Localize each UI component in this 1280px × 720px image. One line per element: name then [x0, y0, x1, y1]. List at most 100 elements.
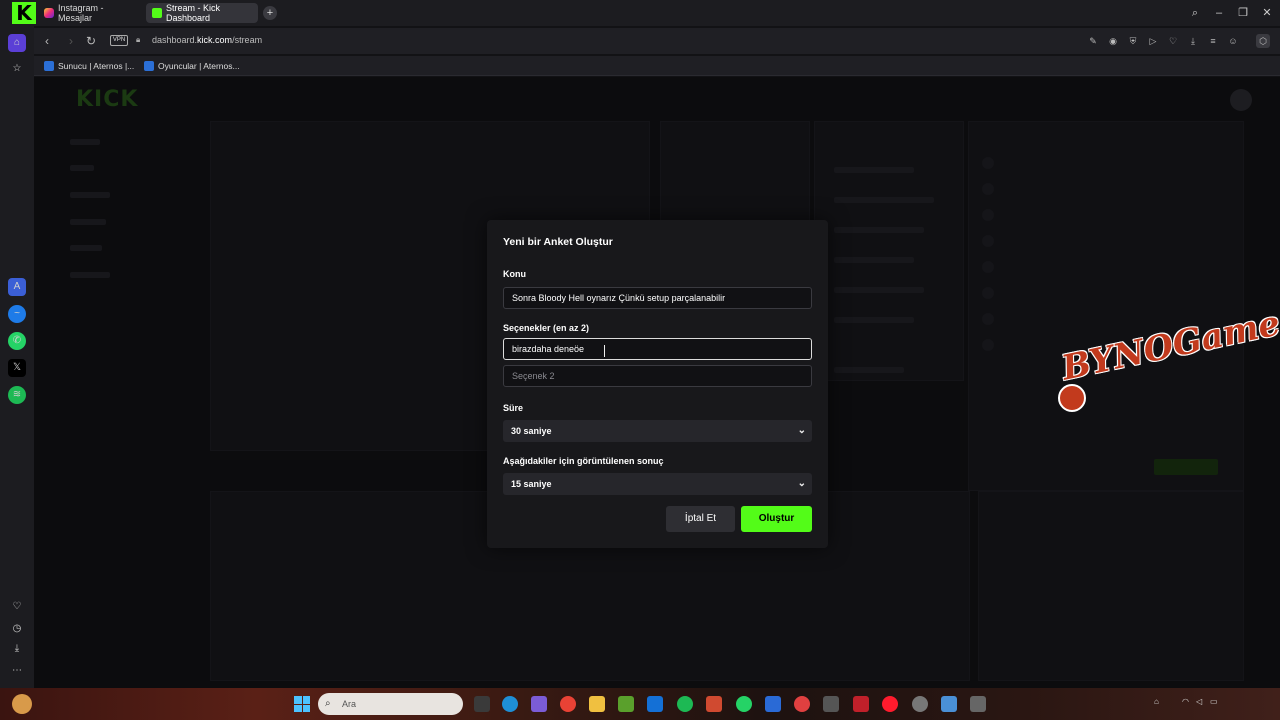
app-icon[interactable] — [706, 696, 722, 712]
new-tab-button[interactable]: + — [263, 6, 277, 20]
maximize-icon[interactable]: ❐ — [1232, 4, 1254, 22]
edit-icon[interactable]: ✎ — [1086, 34, 1100, 48]
chat-avatar — [982, 209, 994, 221]
heart-icon[interactable]: ♡ — [8, 598, 26, 616]
bookmark-label: Oyuncular | Aternos... — [158, 61, 240, 71]
app-icon[interactable] — [970, 696, 986, 712]
star-icon[interactable]: ☆ — [8, 60, 26, 78]
edge-icon[interactable] — [502, 696, 518, 712]
app-icon[interactable] — [765, 696, 781, 712]
chevron-down-icon: ⌄ — [797, 478, 806, 489]
cancel-button[interactable]: İptal Et — [666, 506, 735, 532]
messenger-icon[interactable]: ~ — [8, 305, 26, 323]
app-icon[interactable] — [823, 696, 839, 712]
chevron-down-icon: ⌄ — [797, 425, 806, 436]
menu-icon[interactable]: ≡ — [1206, 34, 1220, 48]
bookmark-label: Sunucu | Aternos |... — [58, 61, 135, 71]
create-poll-modal: Yeni bir Anket Oluştur Konu Seçenekler (… — [487, 220, 828, 548]
shield-icon[interactable]: ⛨ — [1126, 34, 1140, 48]
tab-instagram[interactable]: Instagram - Mesajlar — [38, 3, 144, 23]
app-icon[interactable] — [853, 696, 869, 712]
spotify-icon[interactable] — [677, 696, 693, 712]
battery-icon[interactable]: ▭ — [1210, 697, 1218, 706]
chat-send-button[interactable] — [1154, 459, 1218, 475]
taskbar: ⌕ Ara ⌂ ◠ ◁ ▭ — [0, 688, 1280, 720]
chrome-icon[interactable] — [560, 696, 576, 712]
option-2-input[interactable] — [503, 365, 812, 387]
more-icon[interactable]: ⋯ — [8, 662, 26, 680]
chat-avatar — [982, 339, 994, 351]
kick-app-icon[interactable]: K — [12, 2, 36, 24]
start-button[interactable] — [294, 696, 310, 712]
action-item — [834, 367, 904, 373]
kick-logo: KICK — [76, 87, 139, 112]
app-icon[interactable] — [912, 696, 928, 712]
search-placeholder: Ara — [342, 699, 357, 709]
camera-icon[interactable]: ◉ — [1106, 34, 1120, 48]
vpn-badge[interactable]: VPN — [110, 35, 128, 46]
chat-avatar — [982, 313, 994, 325]
tray-icon[interactable]: ⌂ — [1154, 697, 1159, 706]
app-icon[interactable] — [941, 696, 957, 712]
file-explorer-icon[interactable] — [589, 696, 605, 712]
close-icon[interactable]: ✕ — [1256, 4, 1278, 22]
topic-input[interactable] — [503, 287, 812, 309]
browser-sidebar: ⌂ ☆ A ~ ✆ 𝕏 ≋ ♡ ◷ ⤓ ⋯ — [0, 26, 34, 688]
options-label: Seçenekler (en az 2) — [503, 323, 590, 333]
text-cursor — [604, 345, 605, 357]
option-1-input[interactable] — [503, 338, 812, 360]
profile-icon[interactable]: ☺ — [1226, 34, 1240, 48]
kick-icon — [152, 8, 162, 18]
search-icon: ⌕ — [325, 698, 331, 709]
avatar[interactable] — [1230, 89, 1252, 111]
result-duration-select[interactable]: 15 saniye ⌄ — [503, 473, 812, 495]
mod-actions-panel — [978, 491, 1244, 681]
chat-avatar — [982, 287, 994, 299]
create-button[interactable]: Oluştur — [741, 506, 812, 532]
whatsapp-icon[interactable] — [736, 696, 752, 712]
extensions-icon[interactable]: ⬡ — [1256, 34, 1270, 48]
nav-item — [70, 165, 94, 171]
minecraft-icon[interactable] — [618, 696, 634, 712]
url-field[interactable]: dashboard.kick.com/stream — [152, 35, 262, 45]
aria-icon[interactable]: A — [8, 278, 26, 296]
download-icon[interactable]: ⤓ — [8, 640, 26, 658]
task-view-icon[interactable] — [474, 696, 490, 712]
aternos-icon — [44, 61, 54, 71]
heart-icon[interactable]: ♡ — [1166, 34, 1180, 48]
chrome-icon[interactable] — [794, 696, 810, 712]
outlook-icon[interactable] — [647, 696, 663, 712]
copilot-icon[interactable] — [531, 696, 547, 712]
reload-icon[interactable]: ↻ — [82, 32, 100, 50]
chat-avatar — [982, 183, 994, 195]
spotify-icon[interactable]: ≋ — [8, 386, 26, 404]
play-icon[interactable]: ▷ — [1146, 34, 1160, 48]
lock-icon[interactable]: 🔒︎ — [136, 35, 140, 45]
nav-item — [70, 192, 110, 198]
nav-item — [70, 219, 106, 225]
bookmark-oyuncular[interactable]: Oyuncular | Aternos... — [144, 59, 240, 73]
weather-icon[interactable] — [12, 694, 32, 714]
chat-avatar — [982, 157, 994, 169]
tab-kick-dashboard[interactable]: Stream - Kick Dashboard — [146, 3, 258, 23]
taskbar-search[interactable]: ⌕ Ara — [318, 693, 463, 715]
wifi-icon[interactable]: ◠ — [1182, 697, 1189, 706]
forward-icon[interactable]: › — [62, 32, 80, 50]
bookmarks-bar: Sunucu | Aternos |... Oyuncular | Aterno… — [34, 56, 1280, 76]
back-icon[interactable]: ‹ — [38, 32, 56, 50]
home-icon[interactable]: ⌂ — [8, 34, 26, 52]
whatsapp-icon[interactable]: ✆ — [8, 332, 26, 350]
search-tabs-icon[interactable]: ⌕ — [1184, 4, 1206, 22]
bookmark-sunucu[interactable]: Sunucu | Aternos |... — [44, 59, 134, 73]
volume-icon[interactable]: ◁ — [1196, 697, 1202, 706]
download-icon[interactable]: ⤓ — [1186, 34, 1200, 48]
x-twitter-icon[interactable]: 𝕏 — [8, 359, 26, 377]
history-icon[interactable]: ◷ — [8, 620, 26, 638]
duration-value: 30 saniye — [511, 426, 552, 436]
opera-gx-icon[interactable] — [882, 696, 898, 712]
tab-bar: K Instagram - Mesajlar Stream - Kick Das… — [0, 0, 1280, 26]
result-label: Aşağıdakiler için görüntülenen sonuç — [503, 456, 664, 466]
duration-select[interactable]: 30 saniye ⌄ — [503, 420, 812, 442]
minimize-icon[interactable]: – — [1208, 4, 1230, 22]
chat-panel — [968, 121, 1244, 491]
